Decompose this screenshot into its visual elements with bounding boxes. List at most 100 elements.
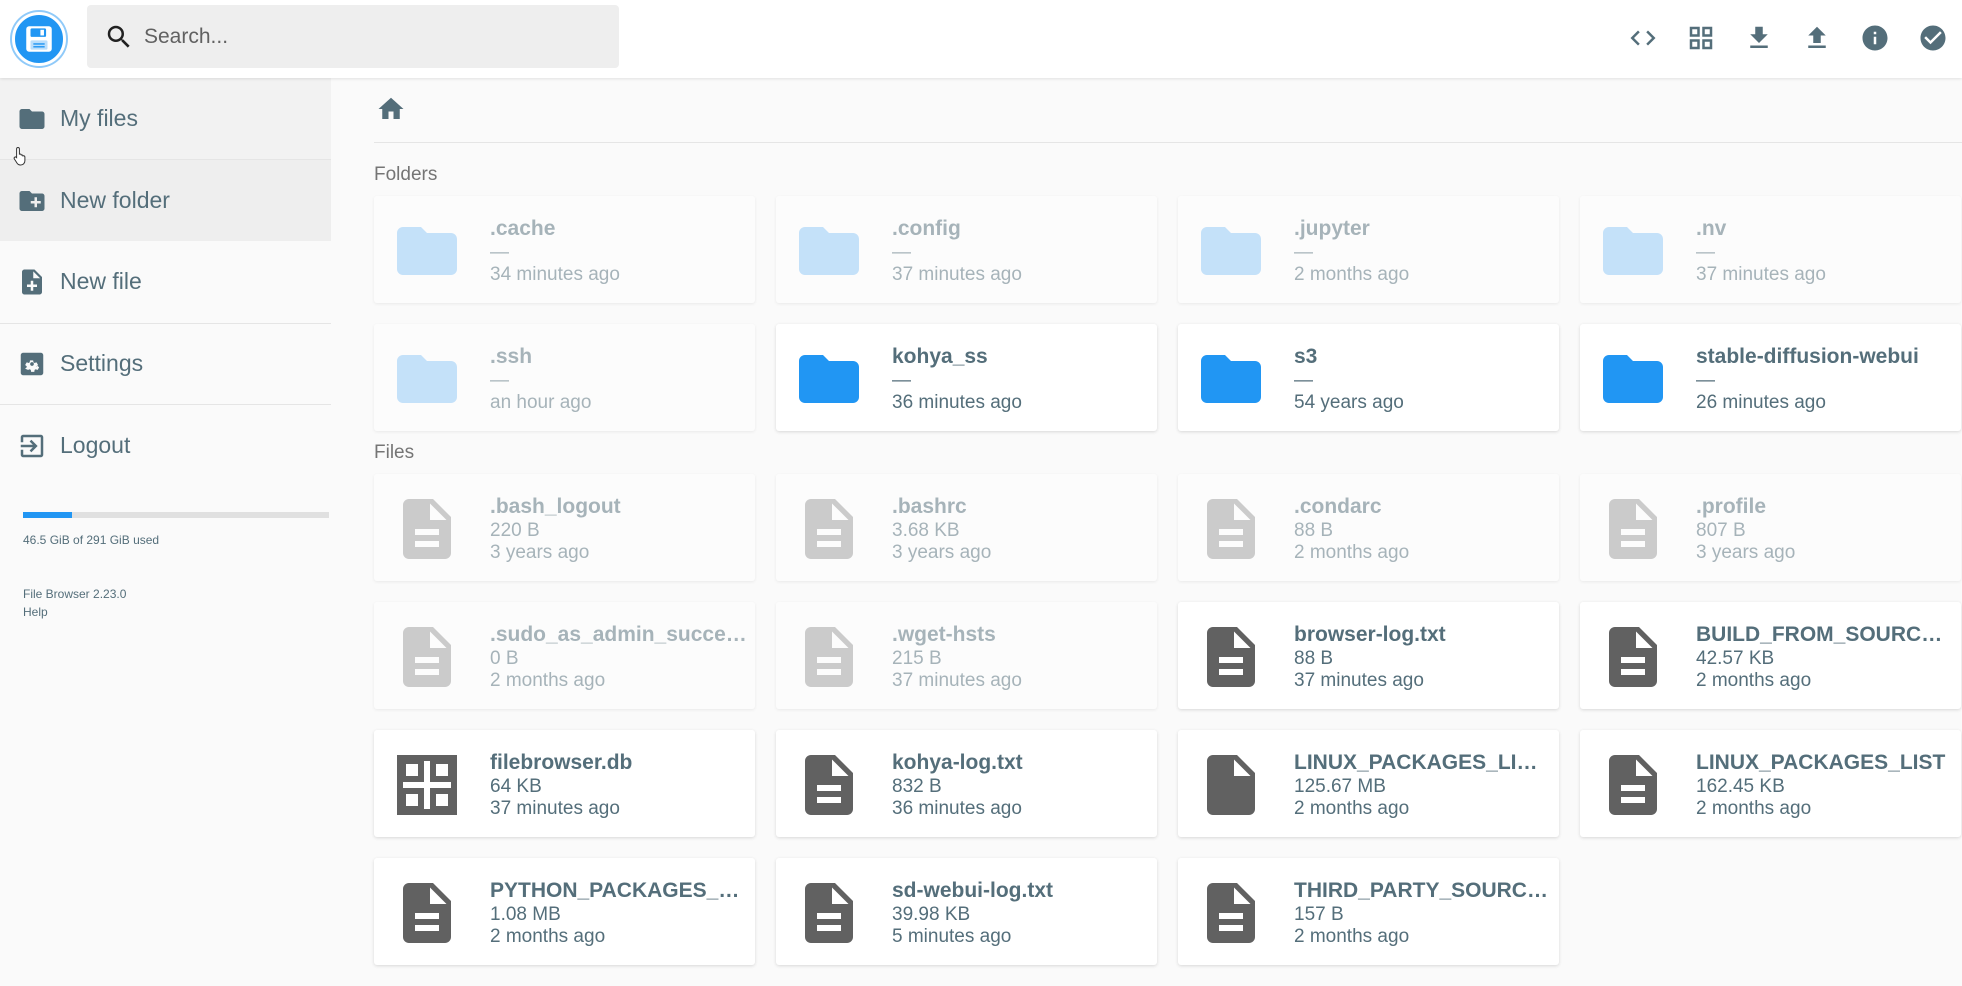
item-modified: 37 minutes ago [1294,670,1424,691]
sidebar-item-new-file[interactable]: New file [0,241,331,322]
file-item[interactable]: THIRD_PARTY_SOURCE_CODE157 B2 months ago [1178,858,1559,965]
view-mode-button[interactable] [1672,14,1730,62]
item-name: .wget-hsts [892,623,996,646]
item-name: browser-log.txt [1294,623,1446,646]
files-section-title: Files [374,442,415,463]
text-file-icon [1609,499,1657,559]
folder-icon [799,355,859,403]
item-modified: 3 years ago [1696,542,1796,563]
item-thumbnail [1195,749,1267,821]
code-toggle-button[interactable] [1614,14,1672,62]
item-thumbnail [391,749,463,821]
app-logo[interactable] [12,12,66,66]
item-thumbnail [793,215,865,287]
item-name: LINUX_PACKAGES_LIST [1696,751,1946,774]
item-thumbnail [793,493,865,565]
folder-icon [397,355,457,403]
file-item[interactable]: .wget-hsts 215 B 37 minutes ago [776,602,1157,709]
folder-item[interactable]: s3—54 years ago [1178,324,1559,431]
file-item[interactable]: .bash_logout 220 B3 years ago [374,474,755,581]
text-file-icon [805,883,853,943]
blank-file-icon [1207,755,1255,815]
folder-item[interactable]: .jupyter —2 months ago [1178,196,1559,303]
item-name: .ssh [490,345,533,368]
breadcrumb [374,94,1962,143]
sidebar-item-logout[interactable]: Logout [0,405,331,486]
item-thumbnail [793,343,865,415]
folder-item[interactable]: kohya_ss —36 minutes ago [776,324,1157,431]
folder-item[interactable]: .ssh — an hour ago [374,324,755,431]
select-button[interactable] [1904,14,1962,62]
grid-view-icon [1689,26,1713,50]
sidebar-item-new-folder[interactable]: New folder [0,160,331,241]
code-icon [1630,30,1656,46]
note-add-icon [22,269,42,294]
file-item[interactable]: kohya-log.txt 832 B 36 minutes ago [776,730,1157,837]
folder-icon [1201,227,1261,275]
item-size: — [1696,370,1715,391]
item-size: — [1294,370,1313,391]
item-name: kohya_ss [892,345,988,368]
search-icon [107,25,130,48]
sidebar-item-settings[interactable]: Settings [0,323,331,404]
text-file-icon [403,883,451,943]
item-size: — [1294,242,1313,263]
item-thumbnail [1195,343,1267,415]
file-item[interactable]: browser-log.txt 88 B 37 minutes ago [1178,602,1559,709]
item-name: sd-webui-log.txt [892,879,1053,902]
version-link[interactable]: File Browser 2.23.0 [23,585,126,603]
item-size: 0 B [490,648,519,669]
file-item[interactable]: .profile 807 B3 years ago [1580,474,1961,581]
download-button[interactable] [1730,14,1788,62]
file-item[interactable]: BUILD_FROM_SOURCE_PACKAGES_LICENCES42.57… [1580,602,1961,709]
app-header [0,0,1962,78]
file-item[interactable]: sd-webui-log.txt 39.98 KB 5 minutes ago [776,858,1157,965]
text-file-icon [805,755,853,815]
item-modified: 3 years ago [490,542,590,563]
info-button[interactable] [1846,14,1904,62]
item-size: 220 B [490,520,540,541]
file-item[interactable]: .condarc 88 B2 months ago [1178,474,1559,581]
item-size: 125.67 MB [1294,776,1386,797]
storage-usage-bar [23,512,329,518]
check-circle-icon [1920,25,1946,51]
upload-button[interactable] [1788,14,1846,62]
folders-section-title: Folders [374,164,438,185]
text-file-icon [1207,627,1255,687]
item-thumbnail [1195,877,1267,949]
text-file-icon [1609,755,1657,815]
storage-usage-fill [23,512,72,518]
item-name: THIRD_PARTY_SOURCE_CODE [1294,879,1552,902]
sidebar-item-my-files[interactable]: My files [0,78,331,159]
folder-item[interactable]: .cache —34 minutes ago [374,196,755,303]
item-thumbnail [391,215,463,287]
item-thumbnail [1195,215,1267,287]
folder-item[interactable]: stable-diffusion-webui —26 minutes ago [1580,324,1961,431]
item-size: 42.57 KB [1696,648,1775,669]
text-file-icon [1609,627,1657,687]
folder-icon [19,108,45,129]
item-name: .bash_logout [490,495,621,518]
item-modified: 34 minutes ago [490,264,620,285]
sidebar: My files New folder New file Settings Lo… [0,78,331,986]
item-modified: an hour ago [490,392,592,413]
file-item[interactable]: LINUX_PACKAGES_LICENCES125.67 MB2 months… [1178,730,1559,837]
folder-item[interactable]: .nv —37 minutes ago [1580,196,1961,303]
file-item[interactable]: filebrowser.db 64 KB 37 minutes ago [374,730,755,837]
file-item[interactable]: LINUX_PACKAGES_LIST 162.45 KB 2 months ago [1580,730,1961,837]
item-name: .jupyter [1294,217,1370,240]
search-input[interactable] [144,24,594,49]
search-box[interactable] [87,5,619,68]
item-thumbnail [391,343,463,415]
home-icon[interactable] [376,94,406,124]
help-link[interactable]: Help [23,603,126,621]
folder-icon [799,227,859,275]
folder-item[interactable]: .config —37 minutes ago [776,196,1157,303]
item-modified: 54 years ago [1294,392,1404,413]
file-item[interactable]: .sudo_as_admin_successful 0 B2 months ago [374,602,755,709]
item-size: 215 B [892,648,942,669]
item-name: .nv [1696,217,1727,240]
item-size: — [1696,242,1715,263]
file-item[interactable]: PYTHON_PACKAGES_LICENCES1.08 MB2 months … [374,858,755,965]
file-item[interactable]: .bashrc 3.68 KB 3 years ago [776,474,1157,581]
